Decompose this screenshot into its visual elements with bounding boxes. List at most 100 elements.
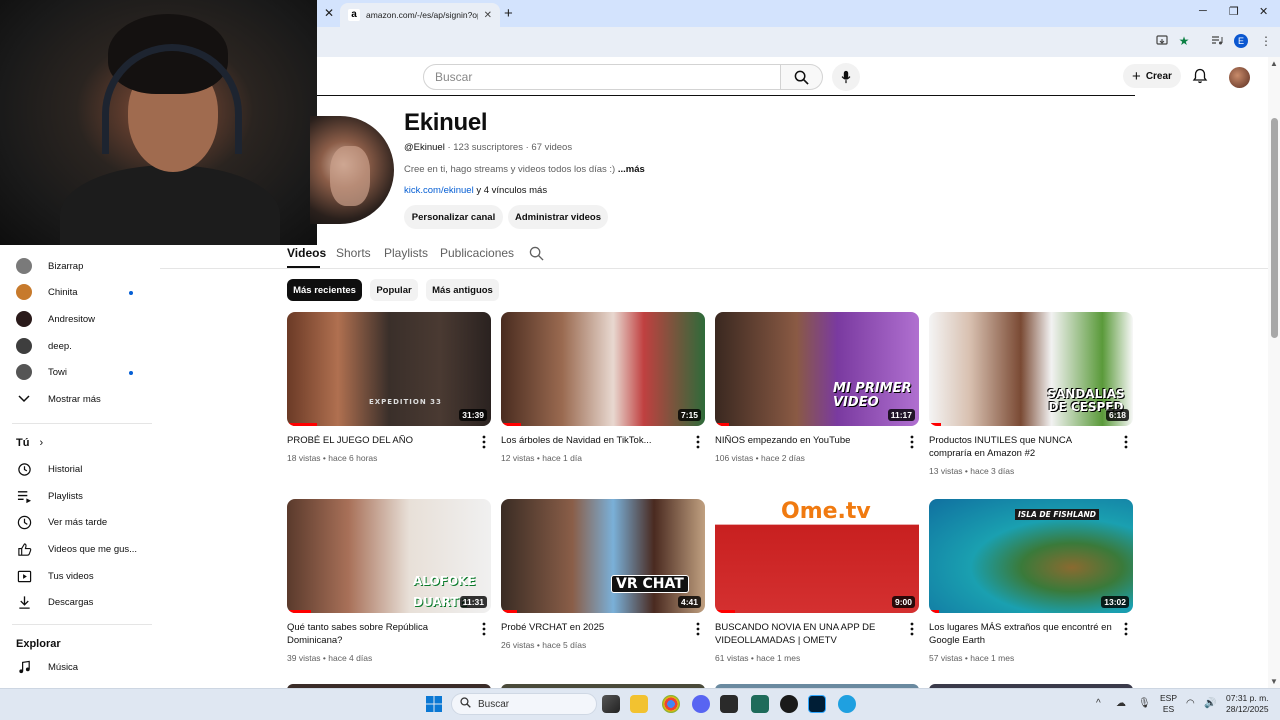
sidebar-item-downloads[interactable]: Descargas xyxy=(16,592,156,612)
sidebar-divider xyxy=(12,624,152,625)
volume-icon[interactable]: 🔊 xyxy=(1204,698,1216,709)
more-actions-icon[interactable] xyxy=(907,434,917,450)
channel-links: kick.com/ekinuel y 4 vínculos más xyxy=(404,185,547,196)
task-view-icon[interactable] xyxy=(602,695,620,713)
video-title[interactable]: Los árboles de Navidad en TikTok... xyxy=(501,434,685,447)
file-explorer-icon[interactable] xyxy=(630,695,648,713)
more-actions-icon[interactable] xyxy=(479,621,489,637)
minimize-icon[interactable]: ─ xyxy=(1199,5,1207,17)
video-title[interactable]: Los lugares MÁS extraños que encontré en… xyxy=(929,621,1113,647)
sidebar-item-label: Andresitow xyxy=(48,313,95,325)
browser-tab-active[interactable]: a amazon.com/-/es/ap/signin?op ✕ xyxy=(340,3,500,27)
more-actions-icon[interactable] xyxy=(1121,621,1131,637)
new-tab-button[interactable]: + xyxy=(504,5,513,22)
close-window-icon[interactable]: ✕ xyxy=(1259,5,1268,18)
channel-avatar-large[interactable] xyxy=(310,116,394,224)
sidebar-item-chinita[interactable]: Chinita xyxy=(16,282,156,302)
restore-icon[interactable]: ❐ xyxy=(1229,5,1239,18)
show-hidden-icons-icon[interactable]: ^ xyxy=(1096,698,1101,709)
scroll-down-arrow-icon[interactable]: ▼ xyxy=(1270,677,1278,686)
notifications-bell-icon[interactable] xyxy=(1192,68,1208,84)
scroll-up-arrow-icon[interactable]: ▲ xyxy=(1270,59,1278,68)
close-tab-icon[interactable]: ✕ xyxy=(484,10,492,21)
language-indicator[interactable]: ESP ES xyxy=(1160,693,1177,715)
chip-popular[interactable]: Popular xyxy=(370,279,418,301)
capcut-icon[interactable] xyxy=(720,695,738,713)
obs-icon[interactable] xyxy=(780,695,798,713)
close-tab-icon[interactable]: ✕ xyxy=(322,6,336,20)
video-title[interactable]: PROBÉ EL JUEGO DEL AÑO xyxy=(287,434,471,447)
sidebar-item-your-videos[interactable]: Tus videos xyxy=(16,566,156,586)
bookmark-star-icon[interactable]: ★ xyxy=(1177,34,1191,48)
channel-search-icon[interactable] xyxy=(529,246,544,261)
sidebar-item-label: Playlists xyxy=(48,490,83,502)
search-button[interactable] xyxy=(781,64,823,90)
video-title[interactable]: Qué tanto sabes sobre República Dominica… xyxy=(287,621,471,647)
sidebar-item-andresitow[interactable]: Andresitow xyxy=(16,309,156,329)
video-title[interactable]: BUSCANDO NOVIA EN UNA APP DE VIDEOLLAMAD… xyxy=(715,621,899,647)
tab-posts[interactable]: Publicaciones xyxy=(440,246,514,260)
account-avatar[interactable] xyxy=(1229,67,1250,88)
microphone-tray-icon[interactable]: 🎙 xyxy=(1138,698,1151,709)
voice-search-button[interactable] xyxy=(832,63,860,91)
video-thumbnail[interactable]: 7:15 xyxy=(501,312,705,426)
more-links[interactable]: y 4 vínculos más xyxy=(476,185,547,196)
chip-oldest[interactable]: Más antiguos xyxy=(426,279,499,301)
video-thumbnail[interactable]: VR CHAT 4:41 xyxy=(501,499,705,613)
sidebar-item-history[interactable]: Historial xyxy=(16,459,156,479)
tab-shorts[interactable]: Shorts xyxy=(336,246,371,260)
taskbar-clock[interactable]: 07:31 p. m. 28/12/2025 xyxy=(1226,693,1269,715)
video-title[interactable]: NIÑOS empezando en YouTube xyxy=(715,434,899,447)
chevron-down-icon xyxy=(16,391,32,407)
media-queue-icon[interactable] xyxy=(1210,34,1224,48)
manage-videos-button[interactable]: Administrar videos xyxy=(508,205,608,229)
more-link[interactable]: ...más xyxy=(618,164,645,175)
video-thumbnail[interactable]: ALOFOKE DUARTE 11:31 xyxy=(287,499,491,613)
more-actions-icon[interactable] xyxy=(1121,434,1131,450)
sidebar-item-watch-later[interactable]: Ver más tarde xyxy=(16,512,156,532)
app-icon[interactable] xyxy=(751,695,769,713)
channel-description[interactable]: Cree en ti, hago streams y videos todos … xyxy=(404,164,645,175)
more-actions-icon[interactable] xyxy=(693,434,703,450)
sidebar-item-bizarrap[interactable]: Bizarrap xyxy=(16,256,156,276)
video-thumbnail[interactable]: Ome.tv 9:00 xyxy=(715,499,919,613)
customize-channel-button[interactable]: Personalizar canal xyxy=(404,205,503,229)
browser-menu-icon[interactable]: ⋮ xyxy=(1259,34,1273,48)
video-thumbnail[interactable]: MI PRIMER VIDEO 11:17 xyxy=(715,312,919,426)
scrollbar-thumb[interactable] xyxy=(1271,118,1278,338)
tab-playlists[interactable]: Playlists xyxy=(384,246,428,260)
sidebar-item-towi[interactable]: Towi xyxy=(16,362,156,382)
cast-icon[interactable] xyxy=(1155,34,1169,48)
browser-profile-avatar[interactable]: E xyxy=(1234,34,1248,48)
sidebar-item-playlists[interactable]: Playlists xyxy=(16,486,156,506)
show-more-button[interactable]: Mostrar más xyxy=(16,389,156,409)
taskbar-search-label: Buscar xyxy=(478,698,510,710)
video-thumbnail[interactable]: SANDALIAS DE CESPED 6:18 xyxy=(929,312,1133,426)
wifi-icon[interactable]: ◠ xyxy=(1186,698,1195,709)
discord-icon[interactable] xyxy=(692,695,710,713)
search-input[interactable]: Buscar xyxy=(423,64,781,90)
sidebar-item-music[interactable]: Música xyxy=(16,657,156,677)
app-icon[interactable] xyxy=(838,695,856,713)
kick-link[interactable]: kick.com/ekinuel xyxy=(404,185,474,196)
windows-start-icon[interactable] xyxy=(425,695,443,713)
create-button[interactable]: + Crear xyxy=(1123,64,1181,88)
sidebar-item-label: Towi xyxy=(48,366,68,378)
chip-most-recent[interactable]: Más recientes xyxy=(287,279,362,301)
you-section-header[interactable]: Tú › xyxy=(16,437,43,449)
network-icon[interactable]: ☁ xyxy=(1116,698,1126,709)
tab-videos[interactable]: Videos xyxy=(287,246,326,260)
more-actions-icon[interactable] xyxy=(907,621,917,637)
sidebar-item-liked-videos[interactable]: Videos que me gus... xyxy=(16,539,156,559)
video-thumbnail[interactable]: ISLA DE FISHLAND 13:02 xyxy=(929,499,1133,613)
video-thumbnail[interactable]: EXPEDITION 33 31:39 xyxy=(287,312,491,426)
video-title[interactable]: Productos INUTILES que NUNCA compraría e… xyxy=(929,434,1113,460)
taskbar-search-box[interactable]: Buscar xyxy=(451,693,597,715)
sidebar-item-deep[interactable]: deep. xyxy=(16,336,156,356)
video-count: 67 videos xyxy=(531,142,573,153)
more-actions-icon[interactable] xyxy=(693,621,703,637)
photoshop-icon[interactable] xyxy=(808,695,826,713)
more-actions-icon[interactable] xyxy=(479,434,489,450)
video-title[interactable]: Probé VRCHAT en 2025 xyxy=(501,621,685,634)
chrome-icon[interactable] xyxy=(662,695,680,713)
